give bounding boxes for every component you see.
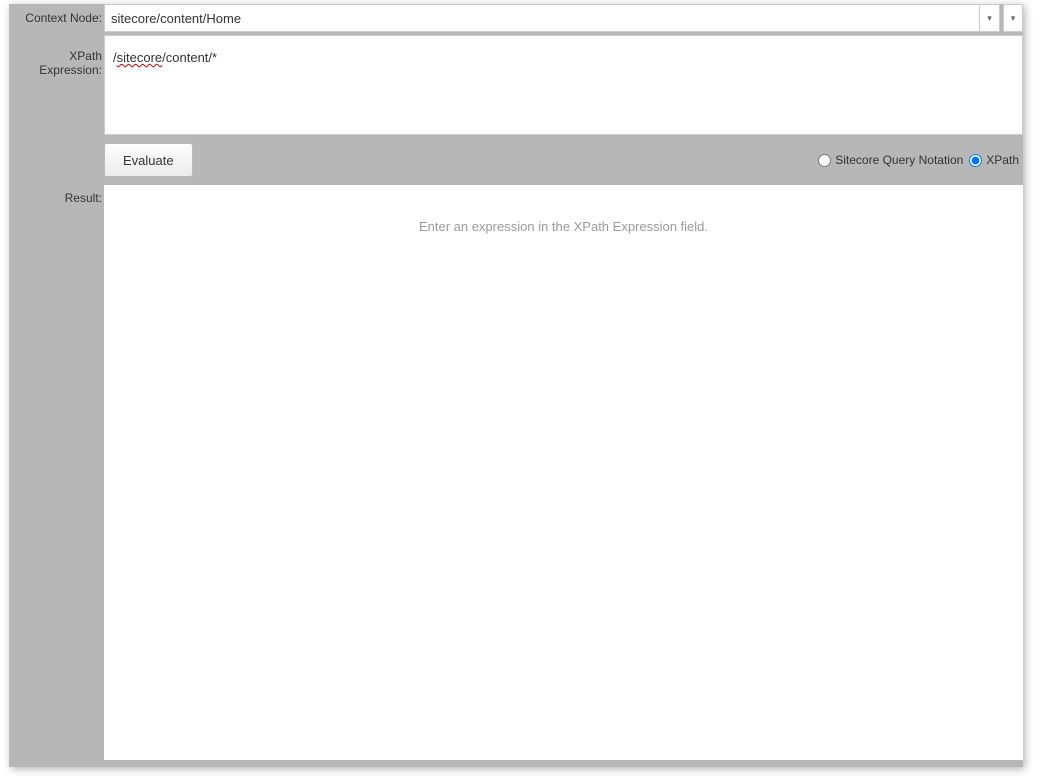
xpath-notation-radio[interactable] (969, 154, 982, 167)
xpath-notation-label: XPath (986, 153, 1019, 167)
xpath-notation-option[interactable]: XPath (963, 153, 1019, 167)
xpath-expression-label: XPath Expression: (9, 33, 104, 77)
xpath-expression-row: XPath Expression: /sitecore/content/* (9, 33, 1023, 135)
xpath-expression-input[interactable]: /sitecore/content/* (104, 35, 1023, 135)
result-row: Result: Enter an expression in the XPath… (9, 185, 1023, 760)
context-node-input[interactable] (104, 4, 980, 32)
context-node-label: Context Node: (9, 4, 104, 25)
toolbar: Evaluate Sitecore Query Notation XPath (9, 135, 1023, 185)
result-label: Result: (9, 185, 104, 205)
result-placeholder: Enter an expression in the XPath Express… (419, 219, 708, 234)
result-pane: Enter an expression in the XPath Express… (104, 185, 1023, 760)
evaluate-button[interactable]: Evaluate (104, 143, 193, 177)
caret-down-icon: ▾ (987, 13, 992, 24)
sitecore-notation-radio[interactable] (818, 154, 831, 167)
xpath-builder-panel: Context Node: ▾ ▾ XPath Expression: /sit… (9, 4, 1023, 767)
caret-down-icon: ▾ (1011, 13, 1016, 24)
context-node-dropdown-button[interactable]: ▾ (980, 4, 1000, 32)
context-node-browse-button[interactable]: ▾ (1003, 4, 1023, 32)
context-node-row: Context Node: ▾ ▾ (9, 4, 1023, 33)
sitecore-notation-option[interactable]: Sitecore Query Notation (812, 153, 963, 167)
sitecore-notation-label: Sitecore Query Notation (835, 153, 963, 167)
notation-radio-group: Sitecore Query Notation XPath (812, 153, 1023, 167)
